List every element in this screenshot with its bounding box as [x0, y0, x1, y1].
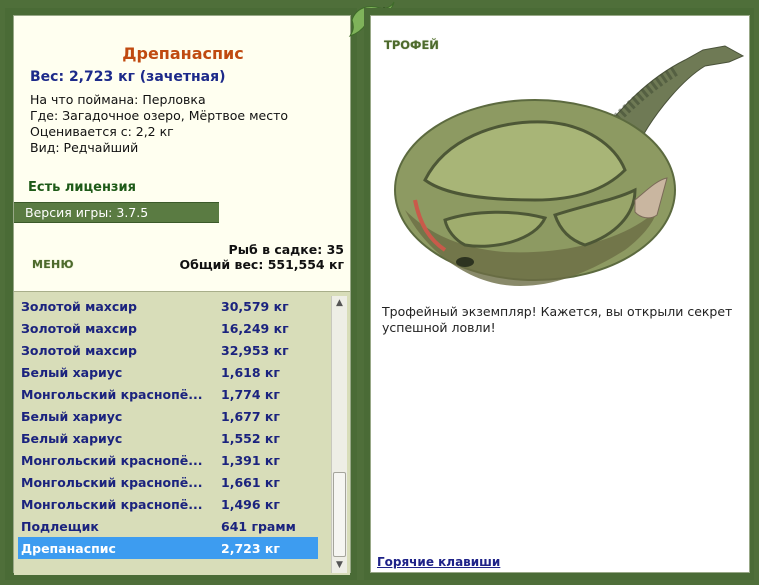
fish-info-panel: Дрепанаспис Вес: 2,723 кг (зачетная) На … — [5, 8, 357, 580]
trophy-description: Трофейный экземпляр! Кажется, вы открыли… — [382, 304, 733, 335]
catch-fish-weight: 2,723 кг — [221, 541, 280, 556]
scroll-down-arrow-icon[interactable]: ▼ — [332, 558, 347, 573]
catch-fish-weight: 30,579 кг — [221, 299, 289, 314]
catch-fish-name: Подлещик — [21, 519, 99, 534]
catch-fish-weight: 32,953 кг — [221, 343, 289, 358]
catch-fish-name: Золотой махсир — [21, 343, 137, 358]
catch-list-scrollbar[interactable]: ▲ ▼ — [331, 296, 347, 573]
catch-list-row[interactable]: Монгольский краснопё... 1,774 кг — [18, 383, 318, 405]
version-text: Версия игры: 3.7.5 — [25, 205, 149, 220]
fish-value: Оценивается с: 2,2 кг — [30, 124, 174, 139]
catch-fish-name: Белый хариус — [21, 431, 123, 446]
scroll-up-arrow-icon[interactable]: ▲ — [332, 296, 347, 311]
hotkeys-link[interactable]: Горячие клавиши — [377, 555, 500, 569]
menu-button[interactable]: МЕНЮ — [32, 258, 74, 271]
catch-fish-weight: 1,618 кг — [221, 365, 280, 380]
fish-location: Где: Загадочное озеро, Мёртвое место — [30, 108, 289, 123]
catch-fish-name: Белый хариус — [21, 409, 123, 424]
fish-bait: На что поймана: Перловка — [30, 92, 206, 107]
catch-fish-name: Белый хариус — [21, 365, 123, 380]
catch-fish-name: Монгольский краснопё... — [21, 497, 203, 512]
catch-list-row[interactable]: Белый хариус 1,552 кг — [18, 427, 318, 449]
catch-list-row[interactable]: Монгольский краснопё... 1,391 кг — [18, 449, 318, 471]
catch-fish-weight: 1,661 кг — [221, 475, 280, 490]
catch-list-row[interactable]: Монгольский краснопё... 1,661 кг — [18, 471, 318, 493]
catch-fish-name: Золотой махсир — [21, 299, 137, 314]
catch-fish-name: Монгольский краснопё... — [21, 387, 203, 402]
catch-list-row[interactable]: Белый хариус 1,618 кг — [18, 361, 318, 383]
catch-list-row[interactable]: Дрепанаспис 2,723 кг — [18, 537, 318, 559]
catch-fish-weight: 1,391 кг — [221, 453, 280, 468]
keepnet-total-weight: Общий вес: 551,554 кг — [179, 257, 345, 272]
keepnet-count: Рыб в садке: 35 — [228, 242, 344, 257]
catch-fish-weight: 1,677 кг — [221, 409, 280, 424]
catch-fish-name: Монгольский краснопё... — [21, 453, 203, 468]
fish-name: Дрепанаспис — [122, 44, 244, 63]
catch-list-row[interactable]: Монгольский краснопё... 1,496 кг — [18, 493, 318, 515]
catch-fish-weight: 1,552 кг — [221, 431, 280, 446]
fish-kind: Вид: Редчайший — [30, 140, 139, 155]
fish-weight: Вес: 2,723 кг (зачетная) — [30, 69, 226, 85]
fish-info-content: Дрепанаспис Вес: 2,723 кг (зачетная) На … — [13, 15, 351, 575]
catch-list-row[interactable]: Золотой махсир 30,579 кг — [18, 295, 318, 317]
catch-fish-name: Монгольский краснопё... — [21, 475, 203, 490]
scroll-thumb[interactable] — [333, 472, 346, 557]
catch-list-row[interactable]: Золотой махсир 16,249 кг — [18, 317, 318, 339]
catch-fish-weight: 16,249 кг — [221, 321, 289, 336]
catch-fish-weight: 1,774 кг — [221, 387, 280, 402]
version-bar: Версия игры: 3.7.5 — [14, 202, 219, 223]
catch-fish-name: Дрепанаспис — [21, 541, 116, 556]
catch-fish-weight: 641 грамм — [221, 519, 296, 534]
catch-list[interactable]: Золотой махсир 30,579 кг Золотой махсир 16,… — [14, 291, 350, 575]
catch-list-row[interactable]: Золотой махсир 32,953 кг — [18, 339, 318, 361]
catch-fish-name: Золотой махсир — [21, 321, 137, 336]
trophy-content: ТРОФЕЙ Трофейный экземпляр! Кажется, вы … — [370, 15, 750, 573]
license-status: Есть лицензия — [28, 180, 136, 195]
fish-image — [394, 45, 745, 286]
trophy-panel: ТРОФЕЙ Трофейный экземпляр! Кажется, вы … — [364, 8, 754, 580]
catch-list-row[interactable]: Белый хариус 1,677 кг — [18, 405, 318, 427]
catch-list-row[interactable]: Подлещик 641 грамм — [18, 515, 318, 537]
catch-fish-weight: 1,496 кг — [221, 497, 280, 512]
